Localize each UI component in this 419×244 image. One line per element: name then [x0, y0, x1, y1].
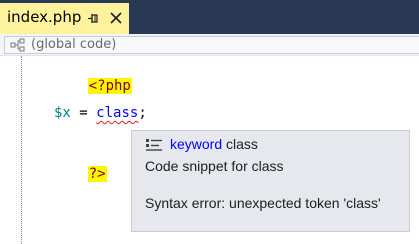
pin-icon[interactable]	[86, 12, 100, 26]
tab-title: index.php	[7, 8, 82, 26]
tooltip-keyword-label: keyword	[170, 136, 223, 152]
php-open-tag: <?php	[87, 78, 132, 94]
keyword-token-with-error[interactable]: class	[96, 105, 138, 121]
close-icon[interactable]	[109, 11, 123, 25]
document-tab-strip: index.php	[0, 0, 419, 34]
tooltip-heading: keyword class	[170, 136, 258, 152]
scope-label: (global code)	[31, 37, 117, 52]
quick-info-tooltip: keyword class Code snippet for class Syn…	[131, 130, 410, 232]
snippet-icon	[146, 139, 162, 151]
operator-token: =	[70, 105, 97, 121]
code-line: ?>	[54, 147, 107, 201]
tab-index-php[interactable]: index.php	[0, 3, 129, 34]
scope-icon	[10, 38, 25, 52]
tooltip-description: Code snippet for class	[145, 158, 284, 174]
indent-guide	[21, 56, 22, 244]
terminator-token: ;	[138, 105, 147, 121]
tooltip-keyword-name: class	[226, 136, 258, 152]
variable-token: $x	[54, 105, 71, 121]
navigation-bar: (global code)	[0, 34, 419, 56]
scope-dropdown[interactable]: (global code)	[4, 36, 419, 54]
code-line: $x = class;	[54, 104, 147, 122]
tooltip-error-message: Syntax error: unexpected token 'class'	[145, 195, 381, 211]
php-close-tag: ?>	[87, 166, 107, 182]
